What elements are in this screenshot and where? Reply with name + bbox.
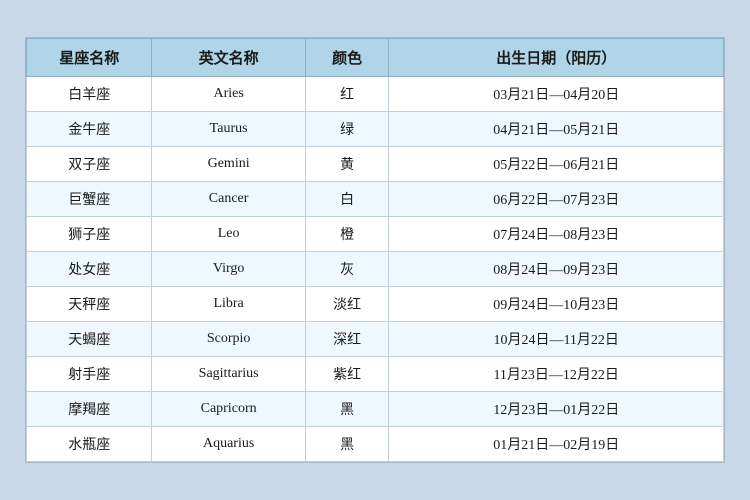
zodiac-table-container: 星座名称 英文名称 颜色 出生日期（阳历） 白羊座Aries红03月21日—04…: [25, 37, 725, 463]
cell-english-name: Taurus: [152, 112, 305, 147]
cell-color: 橙: [305, 217, 389, 252]
cell-date: 11月23日—12月22日: [389, 357, 724, 392]
table-row: 射手座Sagittarius紫红11月23日—12月22日: [27, 357, 724, 392]
cell-color: 绿: [305, 112, 389, 147]
cell-date: 09月24日—10月23日: [389, 287, 724, 322]
cell-english-name: Aquarius: [152, 427, 305, 462]
cell-date: 04月21日—05月21日: [389, 112, 724, 147]
cell-color: 白: [305, 182, 389, 217]
cell-chinese-name: 处女座: [27, 252, 152, 287]
cell-english-name: Leo: [152, 217, 305, 252]
cell-date: 01月21日—02月19日: [389, 427, 724, 462]
cell-chinese-name: 射手座: [27, 357, 152, 392]
cell-chinese-name: 天秤座: [27, 287, 152, 322]
cell-color: 黑: [305, 392, 389, 427]
cell-date: 08月24日—09月23日: [389, 252, 724, 287]
zodiac-table: 星座名称 英文名称 颜色 出生日期（阳历） 白羊座Aries红03月21日—04…: [26, 38, 724, 462]
table-row: 摩羯座Capricorn黑12月23日—01月22日: [27, 392, 724, 427]
cell-color: 黑: [305, 427, 389, 462]
cell-chinese-name: 水瓶座: [27, 427, 152, 462]
cell-english-name: Scorpio: [152, 322, 305, 357]
cell-english-name: Gemini: [152, 147, 305, 182]
cell-english-name: Virgo: [152, 252, 305, 287]
cell-color: 灰: [305, 252, 389, 287]
cell-date: 03月21日—04月20日: [389, 77, 724, 112]
table-row: 天蝎座Scorpio深红10月24日—11月22日: [27, 322, 724, 357]
cell-color: 深红: [305, 322, 389, 357]
cell-english-name: Cancer: [152, 182, 305, 217]
header-chinese-name: 星座名称: [27, 39, 152, 77]
cell-date: 06月22日—07月23日: [389, 182, 724, 217]
cell-color: 红: [305, 77, 389, 112]
cell-english-name: Libra: [152, 287, 305, 322]
cell-color: 紫红: [305, 357, 389, 392]
table-row: 双子座Gemini黄05月22日—06月21日: [27, 147, 724, 182]
cell-chinese-name: 金牛座: [27, 112, 152, 147]
cell-chinese-name: 白羊座: [27, 77, 152, 112]
cell-date: 07月24日—08月23日: [389, 217, 724, 252]
cell-date: 12月23日—01月22日: [389, 392, 724, 427]
table-header-row: 星座名称 英文名称 颜色 出生日期（阳历）: [27, 39, 724, 77]
table-row: 狮子座Leo橙07月24日—08月23日: [27, 217, 724, 252]
table-row: 白羊座Aries红03月21日—04月20日: [27, 77, 724, 112]
cell-chinese-name: 天蝎座: [27, 322, 152, 357]
cell-chinese-name: 摩羯座: [27, 392, 152, 427]
cell-chinese-name: 狮子座: [27, 217, 152, 252]
cell-english-name: Sagittarius: [152, 357, 305, 392]
header-color: 颜色: [305, 39, 389, 77]
cell-color: 淡红: [305, 287, 389, 322]
cell-color: 黄: [305, 147, 389, 182]
cell-english-name: Capricorn: [152, 392, 305, 427]
table-row: 水瓶座Aquarius黑01月21日—02月19日: [27, 427, 724, 462]
table-row: 处女座Virgo灰08月24日—09月23日: [27, 252, 724, 287]
header-english-name: 英文名称: [152, 39, 305, 77]
header-date: 出生日期（阳历）: [389, 39, 724, 77]
table-row: 天秤座Libra淡红09月24日—10月23日: [27, 287, 724, 322]
table-row: 巨蟹座Cancer白06月22日—07月23日: [27, 182, 724, 217]
cell-date: 10月24日—11月22日: [389, 322, 724, 357]
cell-date: 05月22日—06月21日: [389, 147, 724, 182]
cell-chinese-name: 双子座: [27, 147, 152, 182]
table-row: 金牛座Taurus绿04月21日—05月21日: [27, 112, 724, 147]
cell-chinese-name: 巨蟹座: [27, 182, 152, 217]
cell-english-name: Aries: [152, 77, 305, 112]
